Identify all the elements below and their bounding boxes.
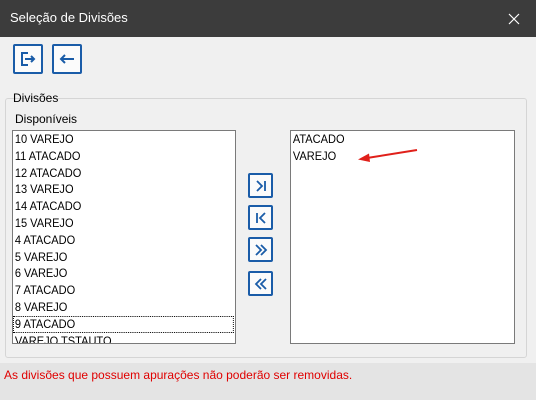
- list-item[interactable]: 15 VAREJO: [13, 215, 217, 232]
- move-left-button[interactable]: [248, 205, 273, 230]
- list-item[interactable]: 7 ATACADO: [13, 282, 217, 299]
- move-right-button[interactable]: [248, 173, 273, 198]
- move-left-icon: [255, 211, 266, 224]
- exit-icon: [21, 52, 36, 66]
- move-right-icon: [255, 179, 266, 192]
- list-item[interactable]: 4 ATACADO: [13, 232, 217, 249]
- list-item-focused[interactable]: 9 ATACADO: [13, 315, 234, 333]
- move-all-left-button[interactable]: [248, 271, 273, 296]
- list-item[interactable]: 8 VAREJO: [13, 299, 217, 316]
- list-item[interactable]: 11 ATACADO: [13, 148, 217, 165]
- footer-warning: As divisões que possuem apurações não po…: [4, 368, 353, 382]
- move-all-left-icon: [254, 277, 267, 290]
- available-list[interactable]: 10 VAREJO 11 ATACADO 12 ATACADO 13 VAREJ…: [12, 130, 236, 344]
- exit-button[interactable]: [13, 44, 43, 74]
- back-arrow-icon: [59, 54, 74, 64]
- back-button[interactable]: [52, 44, 82, 74]
- list-item[interactable]: 10 VAREJO: [13, 131, 217, 148]
- close-button[interactable]: [492, 0, 536, 37]
- list-item[interactable]: 6 VAREJO: [13, 265, 217, 282]
- divisions-group-label: Divisões: [13, 91, 59, 105]
- close-icon: [508, 13, 520, 24]
- title-bar: Seleção de Divisões: [0, 0, 536, 37]
- list-item[interactable]: ATACADO: [291, 131, 496, 148]
- move-all-right-icon: [254, 243, 267, 256]
- list-item[interactable]: 12 ATACADO: [13, 165, 217, 182]
- annotation-arrow-icon: [358, 149, 418, 162]
- available-label: Disponíveis: [15, 112, 78, 126]
- list-item[interactable]: 14 ATACADO: [13, 198, 217, 215]
- list-item[interactable]: VAREJO TSTAUTO: [13, 333, 217, 343]
- move-all-right-button[interactable]: [248, 237, 273, 262]
- window-title: Seleção de Divisões: [10, 10, 128, 25]
- list-item[interactable]: 5 VAREJO: [13, 249, 217, 266]
- list-item[interactable]: 13 VAREJO: [13, 181, 217, 198]
